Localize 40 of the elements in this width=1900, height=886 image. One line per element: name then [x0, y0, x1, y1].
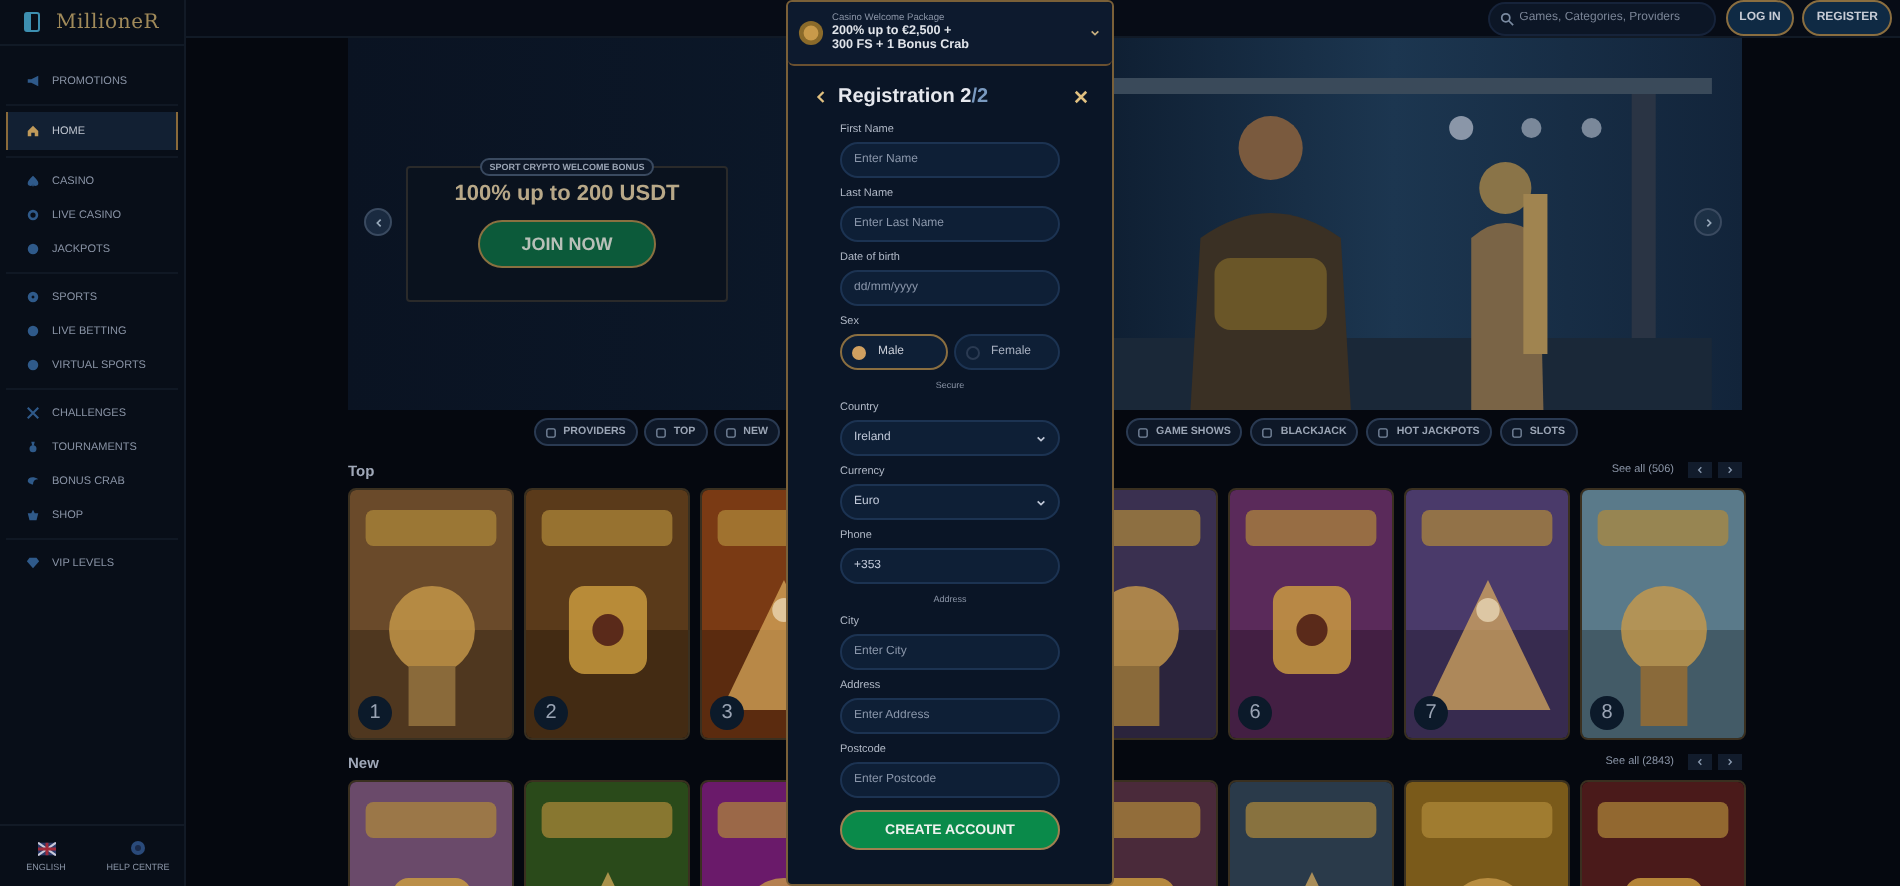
help-icon: [130, 840, 146, 856]
diamond-icon: [26, 556, 40, 570]
category-icon: [655, 427, 666, 437]
spade-icon: [26, 174, 40, 188]
chevron-left-icon: [373, 217, 383, 227]
previous-button[interactable]: [1688, 754, 1712, 770]
close-icon[interactable]: [1074, 90, 1088, 104]
chip-icon: [26, 208, 40, 222]
step-total: /2: [971, 86, 989, 108]
basket-icon: [26, 508, 40, 522]
previous-button[interactable]: [1688, 462, 1712, 478]
back-icon[interactable]: [816, 90, 826, 104]
coin-icon: [798, 20, 824, 46]
promo-headline: 100% up to 200 USDT: [454, 182, 680, 206]
chevron-down-icon: [1036, 433, 1046, 443]
chevron-right-icon: [1726, 466, 1734, 474]
sidebar-toggle-icon[interactable]: [24, 12, 40, 32]
category-icon: [1378, 427, 1389, 437]
logo[interactable]: MillioneR: [56, 11, 160, 33]
chevron-left-icon: [1696, 758, 1704, 766]
next-button[interactable]: [1718, 754, 1742, 770]
next-button[interactable]: [1718, 462, 1742, 478]
chevron-left-icon: [1696, 466, 1704, 474]
megaphone-icon: [26, 74, 40, 88]
join-button[interactable]: JOIN NOW: [478, 220, 656, 268]
category-icon: [1511, 427, 1522, 437]
dialog-title: Registration 2: [838, 86, 972, 108]
chevron-down-icon: [1036, 497, 1046, 507]
chevron-down-icon: [1090, 28, 1100, 38]
crossed-swords-icon: [26, 406, 40, 420]
category-icon: [1262, 427, 1273, 437]
category-icon: [545, 427, 556, 437]
chevron-right-icon: [1703, 217, 1713, 227]
coin-icon: [26, 242, 40, 256]
flag-icon: [37, 841, 55, 855]
chevron-right-icon: [1726, 758, 1734, 766]
category-icon: [1138, 427, 1148, 437]
next-button[interactable]: [1694, 208, 1722, 236]
category-icon: [725, 427, 736, 437]
house-icon: [26, 124, 40, 138]
